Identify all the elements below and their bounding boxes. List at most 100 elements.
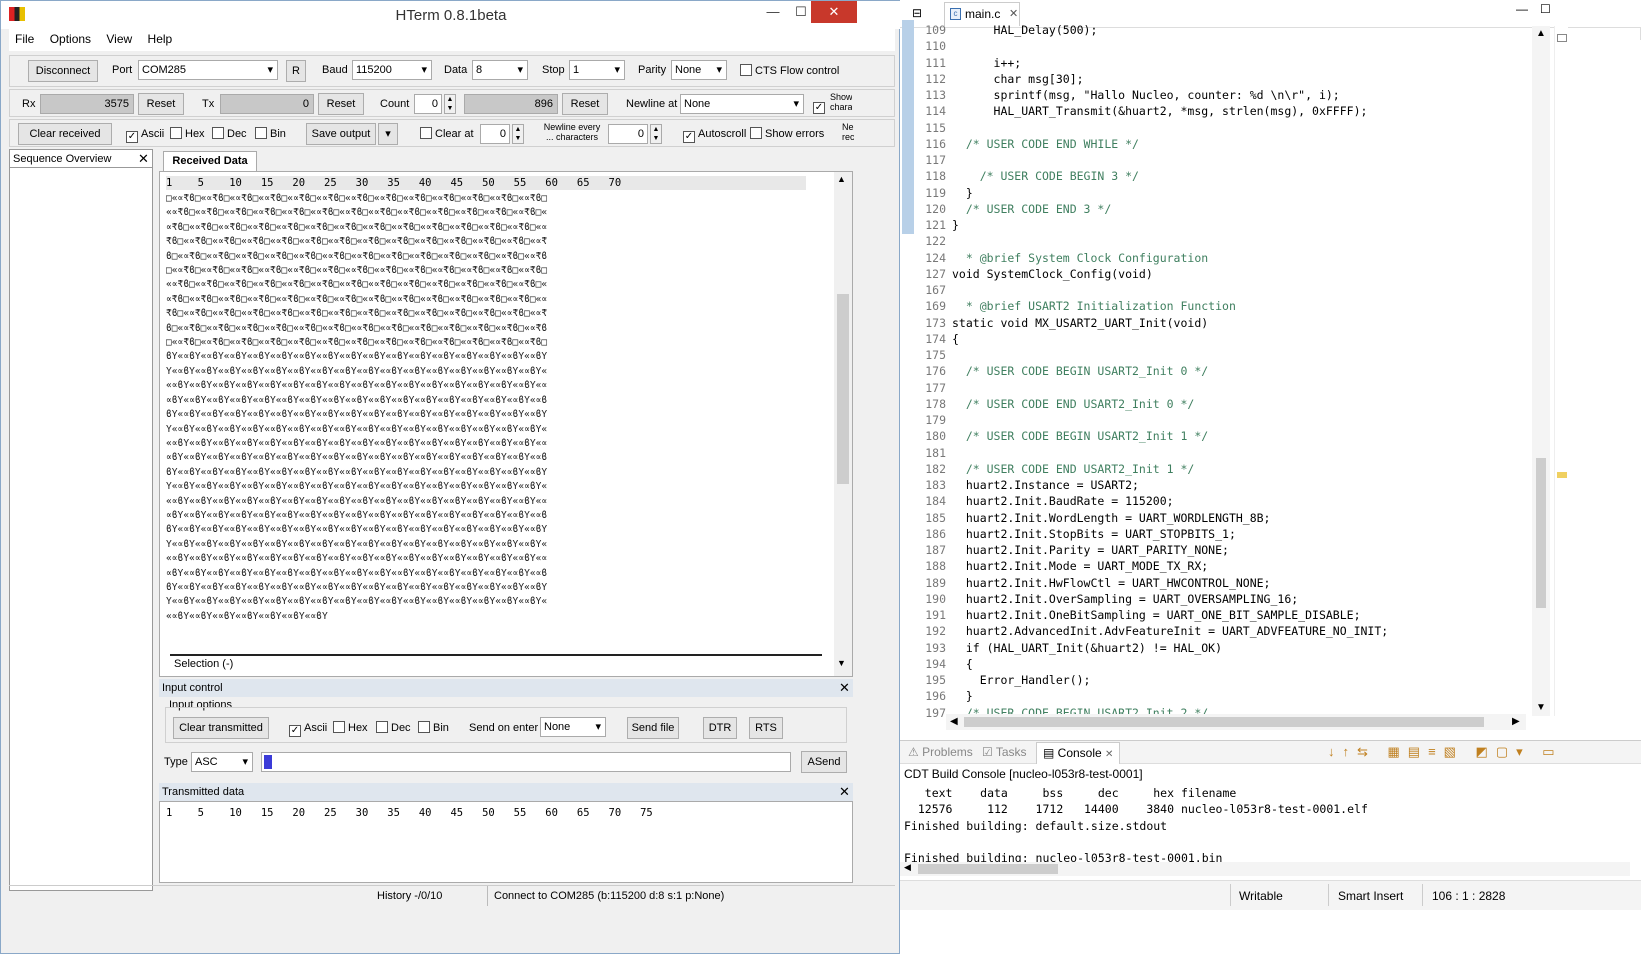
code-text: huart2.Init.OneBitSampling = UART_ONE_BI…: [952, 608, 1361, 622]
minimize-icon[interactable]: —: [1516, 2, 1528, 16]
line-number: 169: [925, 299, 946, 314]
tx-bin-checkbox[interactable]: Bin: [418, 721, 449, 735]
count-spinner[interactable]: ▲ ▼: [444, 94, 456, 114]
close-icon[interactable]: ✕: [839, 680, 850, 696]
clear-transmitted-button[interactable]: Clear transmitted: [173, 717, 269, 739]
eclipse-window: ⊟ c main.c ✕ — ☐ 109 HAL_Delay(500); 110 1…: [900, 0, 1641, 954]
asend-button[interactable]: ASend: [801, 751, 847, 773]
show-errors-checkbox[interactable]: Show errors: [750, 127, 824, 141]
code-text: /* USER CODE END WHILE */: [952, 136, 1139, 151]
close-icon[interactable]: ✕: [138, 151, 149, 167]
scroll-up-icon[interactable]: ▲: [1536, 28, 1546, 39]
minimize-icon[interactable]: —: [759, 1, 787, 23]
console-toolbar-icons[interactable]: ↓↑⇆ ▦▤≡▧ ◩▢▾ ▭: [1328, 744, 1563, 760]
line-number: 192: [925, 624, 946, 639]
tab-problems[interactable]: ⚠ Problems: [908, 745, 973, 759]
clear-at-input[interactable]: 0: [480, 124, 510, 144]
scroll-thumb[interactable]: [1536, 458, 1546, 608]
count-reset-button[interactable]: Reset: [562, 93, 608, 115]
tab-console[interactable]: ▤ Console ✕: [1036, 742, 1121, 764]
scroll-thumb[interactable]: [837, 294, 849, 484]
dtr-button[interactable]: DTR: [703, 717, 737, 739]
newline-at-select[interactable]: None: [680, 94, 804, 114]
dec-checkbox[interactable]: Dec: [212, 127, 247, 141]
tab-tasks[interactable]: ☑ Tasks: [982, 745, 1027, 759]
tx-hex-checkbox[interactable]: Hex: [333, 721, 368, 735]
tab-received-data[interactable]: Received Data: [163, 151, 257, 171]
menu-file[interactable]: File: [9, 29, 40, 49]
menu-view[interactable]: View: [100, 29, 138, 49]
clear-received-button[interactable]: Clear received: [18, 123, 112, 145]
stop-label: Stop: [542, 64, 565, 76]
scroll-down-icon[interactable]: ▼: [1536, 702, 1546, 713]
close-icon[interactable]: ✕: [811, 1, 857, 23]
autoscroll-checkbox[interactable]: ✓ Autoscroll: [683, 127, 746, 143]
port-select[interactable]: COM285: [138, 60, 278, 80]
code-text: }: [952, 218, 959, 232]
scroll-right-icon[interactable]: ▶: [1512, 716, 1520, 727]
editor-hscrollbar[interactable]: ◀ ▶: [946, 714, 1526, 730]
clear-at-spinner[interactable]: ▲ ▼: [512, 124, 524, 144]
scroll-left-icon[interactable]: ◀: [950, 716, 958, 727]
scroll-up-icon[interactable]: ▲: [837, 174, 846, 184]
save-output-button[interactable]: Save output: [306, 123, 376, 145]
ascii-checkbox[interactable]: ✓ Ascii: [126, 127, 164, 143]
hscroll-thumb[interactable]: [964, 717, 1484, 727]
hex-checkbox[interactable]: Hex: [170, 127, 205, 141]
status-divider: [1328, 884, 1329, 906]
tx-reset-button[interactable]: Reset: [318, 93, 364, 115]
code-editor[interactable]: 109 HAL_Delay(500); 110 111 i++; 112 char m…: [900, 20, 1641, 734]
type-select[interactable]: ASC: [191, 752, 253, 772]
restore-icon[interactable]: ⊟: [912, 6, 922, 20]
menu-help[interactable]: Help: [142, 29, 179, 49]
close-icon[interactable]: ✕: [839, 784, 850, 800]
show-chars-checkbox[interactable]: ✓: [813, 98, 828, 114]
console-panel: CDT Build Console [nucleo-l053r8-test-00…: [900, 765, 1641, 877]
newline-at-label: Newline at: [626, 98, 678, 110]
console-hscrollbar[interactable]: ◀: [900, 862, 1630, 876]
cts-checkbox[interactable]: CTS Flow control: [740, 64, 839, 78]
stop-select[interactable]: 1: [569, 60, 625, 80]
menu-options[interactable]: Options: [44, 29, 97, 49]
code-line: 110: [900, 38, 1600, 54]
refresh-ports-button[interactable]: R: [286, 60, 306, 82]
newline-every-spinner[interactable]: ▲ ▼: [650, 124, 662, 144]
code-line: 176 /* USER CODE BEGIN USART2_Init 0 */: [900, 363, 1600, 379]
code-line: 121}: [900, 217, 1600, 233]
vertical-scrollbar[interactable]: ▲ ▼: [834, 172, 852, 676]
tx-ascii-checkbox[interactable]: ✓ Ascii: [289, 721, 327, 737]
rx-reset-button[interactable]: Reset: [138, 93, 184, 115]
save-output-dropdown[interactable]: ▾: [378, 123, 398, 145]
console-line: text data bss dec hex filename: [904, 786, 1237, 800]
baud-select[interactable]: 115200: [352, 60, 432, 80]
send-file-button[interactable]: Send file: [627, 717, 679, 739]
parity-label: Parity: [638, 64, 667, 76]
clear-at-checkbox[interactable]: Clear at: [420, 127, 474, 141]
code-text: }: [952, 185, 973, 200]
line-number: 194: [925, 656, 946, 671]
received-data-text: □«∝₹ϐ□«∝₹ϐ□«∝₹ϐ□«∝₹ϐ□«∝₹ϐ□«∝₹ϐ□«∝₹ϐ□«∝₹ϐ…: [166, 193, 548, 622]
tx-counter: 0: [220, 94, 314, 114]
data-select[interactable]: 8: [472, 60, 528, 80]
counter-toolbar: Rx 3575 Reset Tx 0 Reset Count 0 ▲ ▼ 896 …: [9, 89, 895, 117]
scroll-down-icon[interactable]: ▼: [837, 658, 846, 668]
rts-button[interactable]: RTS: [749, 717, 783, 739]
parity-select[interactable]: None: [671, 60, 727, 80]
code-text: huart2.Instance = USART2;: [952, 478, 1139, 492]
send-input[interactable]: [261, 752, 791, 772]
title-bar: HTerm 0.8.1beta — ☐ ✕: [1, 1, 901, 29]
disconnect-button[interactable]: Disconnect: [28, 60, 98, 82]
editor-vscrollbar[interactable]: ▲ ▼: [1532, 26, 1550, 716]
console-hscroll-thumb[interactable]: [918, 864, 1058, 874]
line-number: 167: [925, 283, 946, 297]
bin-checkbox[interactable]: Bin: [255, 127, 286, 141]
count-input[interactable]: 0: [414, 94, 442, 114]
tasks-icon: ☑: [982, 745, 996, 759]
code-line: 195 Error_Handler();: [900, 672, 1600, 688]
scroll-left-icon[interactable]: ◀: [904, 862, 911, 873]
maximize-icon[interactable]: ☐: [1540, 2, 1551, 16]
close-icon[interactable]: ✕: [1105, 749, 1113, 760]
tx-dec-checkbox[interactable]: Dec: [376, 721, 411, 735]
newline-every-input[interactable]: 0: [608, 124, 648, 144]
send-on-enter-select[interactable]: None: [540, 717, 606, 737]
